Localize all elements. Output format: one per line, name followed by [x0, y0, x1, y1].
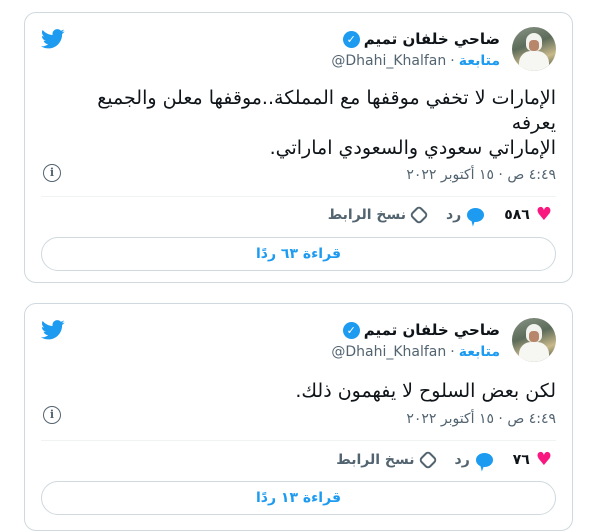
- reply-bubble-icon: [475, 453, 493, 467]
- tweet-actions: ♥ ٧٦ رد نسخ الرابط: [316, 450, 552, 470]
- tweet-text: لكن بعض السلوح لا يفهمون ذلك.: [41, 379, 556, 404]
- heart-icon: ♥: [535, 204, 552, 225]
- author-name[interactable]: ضاحي خلفان تميم: [364, 321, 500, 339]
- copy-link-button[interactable]: نسخ الرابط: [336, 450, 438, 470]
- like-count: ٧٦: [512, 452, 530, 468]
- tweet-actions: ♥ ٥٨٦ رد نسخ الرابط: [308, 205, 552, 225]
- twitter-bird-icon[interactable]: [41, 320, 65, 340]
- follow-button[interactable]: متابعة: [459, 344, 500, 360]
- twitter-bird-icon[interactable]: [41, 29, 65, 49]
- link-icon: [409, 205, 429, 225]
- divider: [41, 196, 556, 197]
- like-button[interactable]: ♥ ٧٦: [513, 451, 552, 469]
- like-button[interactable]: ♥ ٥٨٦: [504, 206, 552, 224]
- author-row: ضاحي خلفان تميم ✓: [342, 30, 500, 48]
- separator: ·: [450, 344, 455, 360]
- author-handle[interactable]: @Dhahi_Khalfan: [331, 344, 446, 360]
- copy-link-button[interactable]: نسخ الرابط: [327, 205, 429, 225]
- read-replies-button[interactable]: قراءة ٦٣ ردًا: [41, 237, 556, 271]
- separator: ·: [450, 53, 455, 69]
- tweet-timestamp[interactable]: ٤:٤٩ ص · ١٥ أكتوبر ٢٠٢٢: [406, 411, 556, 427]
- reply-label: رد: [454, 452, 470, 468]
- copy-link-label: نسخ الرابط: [336, 452, 415, 468]
- handle-row: متابعة · @Dhahi_Khalfan: [331, 344, 500, 360]
- tweet-text: الإمارات لا تخفي موقفها مع المملكة..موقف…: [41, 86, 556, 161]
- verified-badge-icon: ✓: [342, 321, 360, 339]
- tweet-text-line: يعرفه: [511, 112, 556, 134]
- follow-button[interactable]: متابعة: [459, 53, 500, 69]
- tweet-timestamp[interactable]: ٤:٤٩ ص · ١٥ أكتوبر ٢٠٢٢: [406, 167, 556, 183]
- info-icon[interactable]: i: [43, 406, 61, 424]
- link-icon: [417, 450, 438, 470]
- tweet-text-line: الإماراتي سعودي والسعودي اماراتي.: [269, 137, 556, 159]
- reply-button[interactable]: رد: [445, 207, 485, 223]
- divider: [41, 440, 556, 441]
- author-name[interactable]: ضاحي خلفان تميم: [364, 30, 500, 48]
- like-count: ٥٨٦: [504, 207, 530, 223]
- author-row: ضاحي خلفان تميم ✓: [342, 321, 500, 339]
- reply-label: رد: [445, 207, 462, 223]
- verified-badge-icon: ✓: [342, 30, 360, 48]
- handle-row: متابعة · @Dhahi_Khalfan: [331, 53, 500, 69]
- copy-link-label: نسخ الرابط: [327, 207, 406, 223]
- author-handle[interactable]: @Dhahi_Khalfan: [331, 53, 446, 69]
- tweet-card[interactable]: ضاحي خلفان تميم ✓ متابعة · @Dhahi_Khalfa…: [24, 303, 573, 531]
- avatar[interactable]: [512, 318, 556, 362]
- avatar[interactable]: [512, 27, 556, 71]
- read-replies-button[interactable]: قراءة ١٣ ردًا: [41, 481, 556, 515]
- heart-icon: ♥: [535, 449, 552, 470]
- reply-button[interactable]: رد: [455, 452, 493, 468]
- tweet-card[interactable]: ضاحي خلفان تميم ✓ متابعة · @Dhahi_Khalfa…: [24, 12, 573, 283]
- info-icon[interactable]: i: [43, 164, 61, 182]
- tweet-text-line: لكن بعض السلوح لا يفهمون ذلك.: [295, 380, 556, 402]
- reply-bubble-icon: [467, 208, 485, 222]
- tweet-text-line: الإمارات لا تخفي موقفها مع المملكة..موقف…: [97, 87, 556, 109]
